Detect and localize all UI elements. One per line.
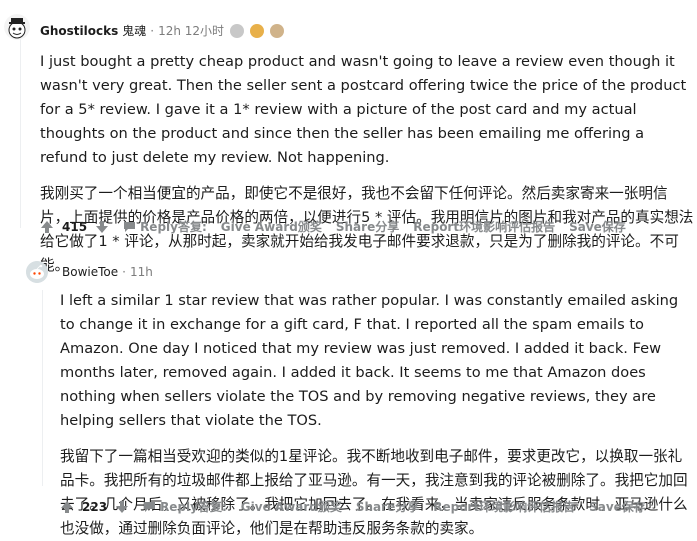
report-label: Report环境影响评估报告	[433, 500, 576, 514]
comment-text: I left a similar 1 star review that was …	[60, 292, 679, 429]
author-name-translation: 鬼魂	[122, 24, 147, 38]
comment-icon	[124, 221, 136, 232]
avatar[interactable]	[26, 261, 48, 283]
comment-text: I just bought a pretty cheap product and…	[40, 53, 687, 166]
give-award-button[interactable]: Give Award颁奖	[241, 498, 342, 515]
timestamp[interactable]: 12h 12小时	[158, 22, 224, 39]
report-button[interactable]: Report环境影响评估报告	[433, 498, 575, 515]
comment-text-translation: 我留下了一篇相当受欢迎的类似的1星评论。我不断地收到电子邮件，要求更改它，以换取…	[60, 448, 688, 537]
comment-header: BowieToe · 11h	[62, 265, 153, 279]
award-icon[interactable]	[270, 23, 285, 38]
share-label: Share分享	[355, 500, 420, 514]
separator: ·	[122, 265, 126, 279]
save-label: Save保存	[569, 220, 626, 234]
reply-button[interactable]: Reply答复:	[143, 498, 227, 515]
share-button[interactable]: Share分享	[356, 498, 419, 515]
give-award-label: Give Award颁奖	[220, 220, 322, 234]
comment-header: Ghostilocks 鬼魂 · 12h 12小时	[40, 22, 285, 39]
upvote-icon[interactable]	[40, 220, 54, 234]
author-name[interactable]: Ghostilocks	[40, 24, 118, 38]
vote-score: 223	[82, 499, 108, 514]
reply-button[interactable]: Reply答复:	[123, 218, 207, 235]
downvote-icon[interactable]	[95, 220, 109, 234]
thread-line[interactable]	[42, 290, 43, 486]
save-button[interactable]: Save保存	[569, 218, 626, 235]
thread-line[interactable]	[20, 38, 21, 228]
share-button[interactable]: Share分享	[336, 218, 399, 235]
save-button[interactable]: Save保存	[589, 498, 646, 515]
reply-label: Reply答复:	[160, 500, 227, 514]
downvote-icon[interactable]	[115, 500, 129, 514]
separator: ·	[150, 23, 155, 38]
upvote-icon[interactable]	[60, 500, 74, 514]
vote-score: 415	[62, 219, 88, 234]
action-bar: 223 Reply答复: Give Award颁奖 Share分享 Report…	[60, 498, 646, 515]
comment-icon	[144, 501, 156, 512]
award-icon[interactable]	[230, 23, 245, 38]
snoo-avatar-icon	[26, 261, 48, 283]
snoo-avatar-icon	[4, 14, 30, 40]
give-award-button[interactable]: Give Award颁奖	[221, 218, 322, 235]
vote-controls: 223	[60, 500, 129, 514]
give-award-label: Give Award颁奖	[240, 500, 342, 514]
award-icon[interactable]	[250, 23, 265, 38]
author-name[interactable]: BowieToe	[62, 265, 118, 279]
comment-body: I just bought a pretty cheap product and…	[40, 50, 695, 278]
avatar[interactable]	[4, 14, 30, 40]
report-button[interactable]: Report环境影响评估报告	[413, 218, 555, 235]
share-label: Share分享	[335, 220, 400, 234]
timestamp[interactable]: 11h	[130, 265, 153, 279]
action-bar: 415 Reply答复: Give Award颁奖 Share分享 Report…	[40, 218, 626, 235]
report-label: Report环境影响评估报告	[413, 220, 556, 234]
reply-label: Reply答复:	[140, 220, 207, 234]
vote-controls: 415	[40, 220, 109, 234]
save-label: Save保存	[589, 500, 646, 514]
